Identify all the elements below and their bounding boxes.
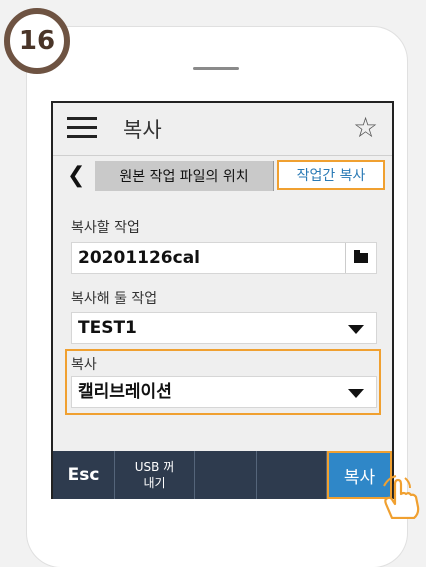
empty-toolbar-slot — [257, 451, 327, 499]
title-bar: 복사 ☆ — [53, 103, 392, 156]
tab-copy-between-jobs[interactable]: 작업간 복사 — [277, 160, 385, 190]
folder-icon[interactable] — [345, 243, 376, 273]
copy-label: 복사 — [71, 357, 97, 373]
dropdown-caret-icon — [348, 325, 364, 334]
empty-toolbar-slot — [195, 451, 257, 499]
usb-eject-line1: USB 꺼 — [134, 460, 175, 474]
usb-eject-button[interactable]: USB 꺼 내기 — [115, 451, 195, 499]
source-job-value: 20201126cal — [78, 248, 201, 268]
chevron-left-icon[interactable]: ❮ — [67, 163, 85, 188]
page-title: 복사 — [123, 118, 162, 142]
source-job-field[interactable]: 20201126cal — [71, 242, 377, 274]
hamburger-menu-icon[interactable] — [67, 117, 97, 139]
target-job-value: TEST1 — [78, 318, 137, 338]
esc-button[interactable]: Esc — [53, 451, 115, 499]
copy-type-value: 캘리브레이션 — [78, 382, 172, 402]
tabs-row: ❮ 원본 작업 파일의 위치 작업간 복사 — [53, 159, 392, 195]
source-job-label: 복사할 작업 — [71, 220, 140, 236]
step-number-badge: 16 — [4, 8, 70, 74]
target-job-select[interactable]: TEST1 — [71, 312, 377, 344]
target-job-label: 복사해 둘 작업 — [71, 291, 158, 307]
dropdown-caret-icon — [348, 389, 364, 398]
copy-type-select[interactable]: 캘리브레이션 — [71, 376, 377, 408]
bottom-toolbar: Esc USB 꺼 내기 복사 — [53, 451, 392, 499]
tab-source-location[interactable]: 원본 작업 파일의 위치 — [95, 161, 274, 191]
phone-speaker — [193, 67, 239, 70]
app-screen: 복사 ☆ ❮ 원본 작업 파일의 위치 작업간 복사 복사할 작업 202011… — [51, 101, 394, 499]
star-icon[interactable]: ☆ — [353, 111, 378, 144]
hand-pointer-icon — [383, 475, 420, 519]
usb-eject-line2: 내기 — [143, 476, 166, 490]
